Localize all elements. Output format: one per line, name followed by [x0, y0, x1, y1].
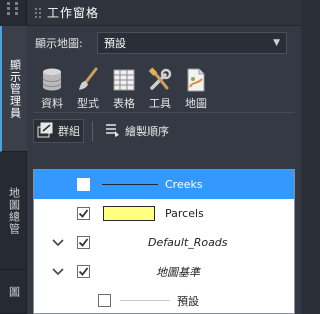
work-pane-window: 顯示管理員 地圖總管 圖 工作窗格 顯示地圖: 預設 ▼ 資料 型式 表格 工具… — [0, 0, 301, 314]
panel-title: 工作窗格 — [47, 6, 100, 20]
tab-third[interactable]: 圖 — [0, 270, 27, 314]
layer-row-parcels[interactable]: Parcels — [34, 199, 294, 228]
tools-button-label: 工具 — [149, 97, 171, 110]
draw-order-icon — [104, 122, 120, 141]
data-button[interactable]: 資料 — [35, 66, 69, 111]
chevron-down-icon[interactable] — [52, 237, 64, 249]
chevron-down-icon: ▼ — [273, 38, 280, 48]
display-map-value: 預設 — [104, 37, 126, 50]
map-button[interactable]: 地圖 — [179, 66, 213, 111]
line-symbol — [102, 184, 158, 185]
paintbrush-icon — [74, 66, 102, 94]
table-icon — [110, 66, 138, 94]
layer-row-map-base[interactable]: 地圖基準 — [34, 257, 294, 286]
layer-name: 地圖基準 — [156, 265, 200, 279]
group-button[interactable]: 群組 — [33, 119, 84, 143]
layer-name: Default_Roads — [148, 236, 228, 249]
style-button-label: 型式 — [77, 97, 99, 110]
display-map-select[interactable]: 預設 ▼ — [97, 32, 287, 54]
draw-order-button[interactable]: 繪製順序 — [101, 119, 172, 143]
data-button-label: 資料 — [41, 97, 63, 110]
layer-name: Creeks — [165, 178, 203, 191]
layer-name: 預設 — [177, 294, 199, 308]
group-icon — [37, 122, 53, 141]
layer-row-creeks[interactable]: Creeks — [34, 170, 294, 199]
tools-button[interactable]: 工具 — [143, 66, 177, 111]
group-button-label: 群組 — [58, 125, 80, 138]
layer-toolbar: 群組 繪製順序 — [27, 113, 301, 149]
tab-display-manager-label: 顯示管理員 — [8, 58, 22, 119]
table-button-label: 表格 — [113, 97, 135, 110]
tools-icon — [146, 66, 174, 94]
chevron-down-icon[interactable] — [52, 266, 64, 278]
rail-grip-icon[interactable] — [6, 2, 20, 24]
tab-map-explorer[interactable]: 地圖總管 — [0, 152, 27, 270]
fill-symbol — [103, 206, 155, 221]
style-button[interactable]: 型式 — [71, 66, 105, 111]
table-button[interactable]: 表格 — [107, 66, 141, 111]
layer-row-default-roads[interactable]: Default_Roads — [34, 228, 294, 257]
layer-visibility-checkbox[interactable] — [77, 236, 90, 249]
ribbon-toolbar: 資料 型式 表格 工具 地圖 — [27, 60, 301, 112]
side-tab-rail: 顯示管理員 地圖總管 圖 — [0, 0, 27, 314]
layer-list: Creeks Parcels Default_Roads 地圖基準 預設 — [33, 169, 295, 314]
panel-titlebar[interactable]: 工作窗格 — [27, 0, 301, 26]
toolbar-separator — [92, 121, 93, 141]
layer-visibility-checkbox[interactable] — [77, 265, 90, 278]
checkmark-icon — [78, 238, 89, 247]
checkmark-icon — [78, 180, 89, 189]
tab-display-manager[interactable]: 顯示管理員 — [0, 26, 27, 152]
line-symbol — [120, 300, 170, 301]
database-icon — [38, 66, 66, 94]
tab-map-explorer-label: 地圖總管 — [7, 186, 21, 235]
map-button-label: 地圖 — [185, 97, 207, 110]
display-map-row: 顯示地圖: 預設 ▼ — [27, 26, 301, 60]
layer-visibility-checkbox[interactable] — [77, 207, 90, 220]
layer-name: Parcels — [165, 207, 204, 220]
draw-order-button-label: 繪製順序 — [125, 125, 169, 138]
map-icon — [182, 66, 210, 94]
checkmark-icon — [78, 209, 89, 218]
drag-grip-icon[interactable] — [35, 7, 41, 18]
layer-visibility-checkbox[interactable] — [98, 294, 111, 307]
checkmark-icon — [78, 267, 89, 276]
display-map-label: 顯示地圖: — [35, 37, 83, 50]
layer-row-default-style[interactable]: 預設 — [34, 286, 294, 314]
tab-third-label: 圖 — [7, 285, 21, 298]
layer-visibility-checkbox[interactable] — [77, 178, 90, 191]
